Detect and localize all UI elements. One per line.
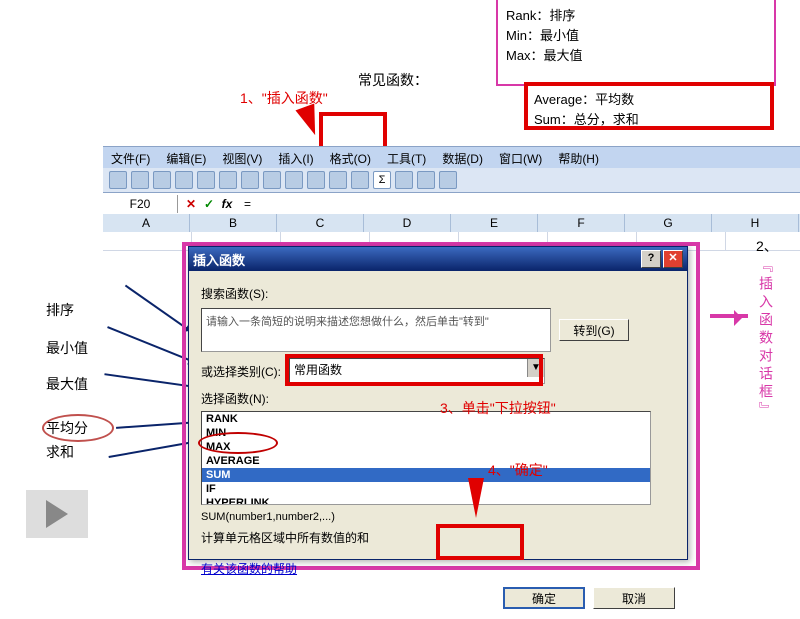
toolbar: Σ [103,168,800,193]
formula-bar: F20 ✕ ✓ fx = [103,194,800,215]
confirm-formula-icon[interactable]: ✓ [202,197,216,211]
menu-view[interactable]: 视图(V) [214,150,270,167]
search-input[interactable]: 请输入一条简短的说明来描述您想做什么，然后单击"转到" [201,308,551,352]
menu-data[interactable]: 数据(D) [434,150,491,167]
cut-icon[interactable] [241,171,259,189]
caption-common-functions: 常见函数： [358,70,428,90]
col-f[interactable]: F [538,214,625,232]
legend-sum: Sum：总分，求和 [534,110,764,130]
sum-highlight-oval [198,432,278,454]
col-c[interactable]: C [277,214,364,232]
sort-asc-icon[interactable] [395,171,413,189]
redo-icon[interactable] [329,171,347,189]
col-a[interactable]: A [103,214,190,232]
list-item[interactable]: IF [202,482,650,496]
formula-input[interactable]: = [240,197,251,211]
menu-insert[interactable]: 插入(I) [270,150,321,167]
column-headers: A B C D E F G H [103,214,800,233]
menubar: 文件(F) 编辑(E) 视图(V) 插入(I) 格式(O) 工具(T) 数据(D… [103,146,800,170]
cancel-button[interactable]: 取消 [593,587,675,609]
help-link[interactable]: 有关该函数的帮助 [201,562,297,576]
list-item[interactable]: AVERAGE [202,454,650,468]
category-select[interactable]: 常用函数 [289,358,545,384]
cancel-formula-icon[interactable]: ✕ [184,197,198,211]
undo-icon[interactable] [307,171,325,189]
ok-highlight-box [436,524,524,560]
dialog-titlebar[interactable]: 插入函数 ? ✕ [189,247,687,271]
menu-help[interactable]: 帮助(H) [550,150,607,167]
open-icon[interactable] [131,171,149,189]
function-listbox[interactable]: RANK MIN MAX AVERAGE SUM IF HYPERLINK [201,411,651,505]
step3-label: 3、单击"下拉按钮" [440,398,556,418]
menu-tools[interactable]: 工具(T) [379,150,434,167]
step2-label: 2、 [756,236,778,256]
legend-rank: Rank：排序 [506,6,766,26]
sort-desc-icon[interactable] [417,171,435,189]
dialog-title: 插入函数 [193,250,245,269]
label-max: 最大值 [46,374,88,394]
col-d[interactable]: D [364,214,451,232]
copy-icon[interactable] [263,171,281,189]
category-label: 或选择类别(C): [201,363,281,380]
close-icon[interactable]: ✕ [663,250,683,268]
menu-window[interactable]: 窗口(W) [491,150,550,167]
list-item-selected[interactable]: SUM [202,468,650,482]
label-sum: 求和 [46,442,74,462]
arrow-dialog-icon [710,314,748,318]
new-icon[interactable] [109,171,127,189]
insert-function-dialog: 插入函数 ? ✕ 搜索函数(S): 请输入一条简短的说明来描述您想做什么，然后单… [188,246,688,560]
step4-label: 4、"确定" [488,460,548,480]
menu-format[interactable]: 格式(O) [322,150,379,167]
col-b[interactable]: B [190,214,277,232]
ok-button[interactable]: 确定 [503,587,585,609]
legend-box: Rank：排序 Min：最小值 Max：最大值 [496,0,776,86]
goto-button[interactable]: 转到(G) [559,319,629,341]
right-vertical-caption: 『插入函数对话框』 [756,258,776,420]
preview-icon[interactable] [197,171,215,189]
name-box[interactable]: F20 [103,195,178,213]
fx-icon[interactable]: fx [220,197,234,211]
legend-red-box: Average：平均数 Sum：总分，求和 [524,82,774,130]
chevron-down-icon[interactable]: ▼ [527,359,544,377]
label-min: 最小值 [46,338,88,358]
legend-min: Min：最小值 [506,26,766,46]
play-icon [46,500,68,528]
link-icon[interactable] [351,171,369,189]
col-g[interactable]: G [625,214,712,232]
legend-max: Max：最大值 [506,46,766,66]
paste-icon[interactable] [285,171,303,189]
avg-highlight-oval [42,414,114,442]
col-e[interactable]: E [451,214,538,232]
list-item[interactable]: RANK [202,412,650,426]
legend-avg: Average：平均数 [534,90,764,110]
select-fn-label: 选择函数(N): [201,390,675,407]
print-icon[interactable] [175,171,193,189]
autosum-icon[interactable]: Σ [373,171,391,189]
spell-icon[interactable] [219,171,237,189]
function-syntax: SUM(number1,number2,...) [201,511,675,523]
col-h[interactable]: H [712,214,799,232]
help-button-icon[interactable]: ? [641,250,661,268]
play-button[interactable] [26,490,88,538]
menu-edit[interactable]: 编辑(E) [158,150,214,167]
label-rank: 排序 [46,300,74,320]
search-label: 搜索函数(S): [201,285,675,302]
list-item[interactable]: HYPERLINK [202,496,650,505]
arrow-ok-icon [468,478,484,518]
menu-file[interactable]: 文件(F) [103,150,158,167]
chart-icon[interactable] [439,171,457,189]
save-icon[interactable] [153,171,171,189]
